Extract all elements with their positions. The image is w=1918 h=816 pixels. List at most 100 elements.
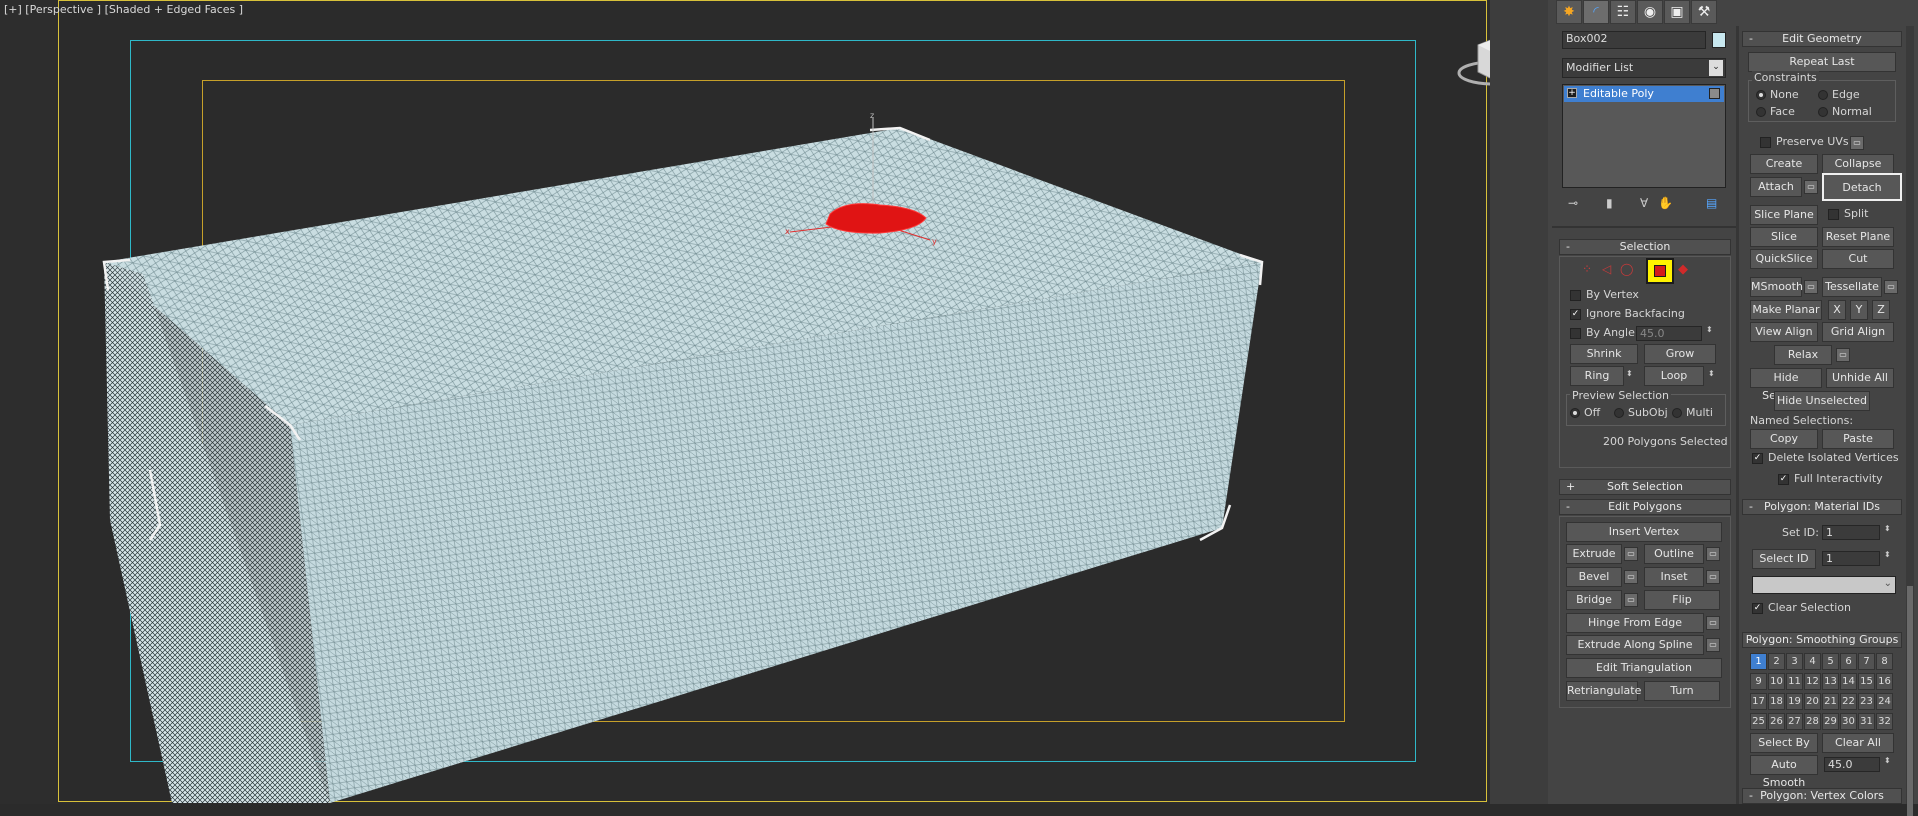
perspective-viewport[interactable]: [+] [Perspective ] [Shaded + Edged Faces… xyxy=(0,0,1490,804)
clear-selection-checkbox[interactable]: ✓ xyxy=(1752,603,1763,614)
smoothing-group-9-button[interactable]: 9 xyxy=(1750,673,1767,690)
inset-button[interactable]: Inset xyxy=(1644,567,1704,587)
smoothing-group-2-button[interactable]: 2 xyxy=(1768,653,1785,670)
shrink-button[interactable]: Shrink xyxy=(1570,344,1638,364)
tessellate-button[interactable]: Tessellate xyxy=(1822,277,1882,297)
box-mesh[interactable]: z x y left xyxy=(0,0,1490,804)
chevron-down-icon[interactable]: ⌄ xyxy=(1709,60,1723,76)
extrude-spline-settings-icon[interactable]: ▭ xyxy=(1706,638,1720,652)
panel-scrollbar[interactable] xyxy=(1906,26,1914,816)
attach-button[interactable]: Attach xyxy=(1750,177,1802,197)
hinge-settings-icon[interactable]: ▭ xyxy=(1706,616,1720,630)
planar-x-button[interactable]: X xyxy=(1828,300,1846,320)
smoothing-group-17-button[interactable]: 17 xyxy=(1750,693,1767,710)
utilities-tab-icon[interactable]: ⚒ xyxy=(1691,0,1717,24)
quickslice-button[interactable]: QuickSlice xyxy=(1750,249,1818,269)
smoothing-group-21-button[interactable]: 21 xyxy=(1822,693,1839,710)
smoothing-group-6-button[interactable]: 6 xyxy=(1840,653,1857,670)
create-tab-icon[interactable]: ✸ xyxy=(1556,0,1582,24)
show-end-result-icon[interactable]: ▮ xyxy=(1606,196,1613,210)
make-planar-button[interactable]: Make Planar xyxy=(1750,300,1822,320)
loop-button[interactable]: Loop xyxy=(1644,366,1704,386)
material-name-dropdown[interactable]: ⌄ xyxy=(1752,576,1896,594)
msmooth-button[interactable]: MSmooth xyxy=(1750,277,1803,297)
smoothing-group-16-button[interactable]: 16 xyxy=(1876,673,1893,690)
clear-all-button[interactable]: Clear All xyxy=(1822,733,1894,753)
by-angle-spinner[interactable]: 45.0 xyxy=(1636,326,1702,341)
view-align-button[interactable]: View Align xyxy=(1750,322,1818,342)
polygon-mode-icon[interactable] xyxy=(1646,258,1674,284)
constraint-edge-radio[interactable] xyxy=(1818,90,1828,100)
turn-button[interactable]: Turn xyxy=(1644,681,1720,701)
delete-isolated-vertices-checkbox[interactable]: ✓ xyxy=(1752,453,1763,464)
select-by-sg-button[interactable]: Select By SG xyxy=(1750,733,1818,767)
preserve-uvs-checkbox[interactable] xyxy=(1760,137,1771,148)
slice-button[interactable]: Slice xyxy=(1750,227,1818,247)
scrollbar-thumb[interactable] xyxy=(1907,586,1913,816)
smoothing-group-3-button[interactable]: 3 xyxy=(1786,653,1803,670)
planar-y-button[interactable]: Y xyxy=(1850,300,1868,320)
flip-button[interactable]: Flip xyxy=(1644,590,1720,610)
constraint-normal-radio[interactable] xyxy=(1818,107,1828,117)
relax-button[interactable]: Relax xyxy=(1774,345,1832,365)
cut-button[interactable]: Cut xyxy=(1822,249,1894,269)
smoothing-group-10-button[interactable]: 10 xyxy=(1768,673,1785,690)
smoothing-group-18-button[interactable]: 18 xyxy=(1768,693,1785,710)
bevel-button[interactable]: Bevel xyxy=(1566,567,1622,587)
grid-align-button[interactable]: Grid Align xyxy=(1822,322,1894,342)
smoothing-group-13-button[interactable]: 13 xyxy=(1822,673,1839,690)
constraint-face-radio[interactable] xyxy=(1756,107,1766,117)
smoothing-group-19-button[interactable]: 19 xyxy=(1786,693,1803,710)
smoothing-group-4-button[interactable]: 4 xyxy=(1804,653,1821,670)
relax-settings-icon[interactable]: ▭ xyxy=(1836,348,1850,362)
modifier-list-dropdown[interactable]: Modifier List ⌄ xyxy=(1562,58,1726,78)
insert-vertex-button[interactable]: Insert Vertex xyxy=(1566,522,1722,542)
stack-item-toggle-icon[interactable] xyxy=(1709,88,1720,99)
repeat-last-button[interactable]: Repeat Last xyxy=(1748,52,1896,72)
motion-tab-icon[interactable]: ◉ xyxy=(1637,0,1663,24)
set-id-spinner[interactable]: 1 xyxy=(1822,525,1880,540)
smoothing-group-29-button[interactable]: 29 xyxy=(1822,713,1839,730)
smoothing-group-27-button[interactable]: 27 xyxy=(1786,713,1803,730)
smoothing-group-15-button[interactable]: 15 xyxy=(1858,673,1875,690)
loop-spinner-icon[interactable]: ⬍ xyxy=(1708,369,1715,378)
edit-polygons-rollout-header[interactable]: - Edit Polygons xyxy=(1559,499,1731,515)
outline-button[interactable]: Outline xyxy=(1644,544,1704,564)
split-checkbox[interactable] xyxy=(1828,209,1839,220)
full-interactivity-checkbox[interactable]: ✓ xyxy=(1778,474,1789,485)
smoothing-group-11-button[interactable]: 11 xyxy=(1786,673,1803,690)
smoothing-group-20-button[interactable]: 20 xyxy=(1804,693,1821,710)
paste-button[interactable]: Paste xyxy=(1822,429,1894,449)
select-id-spinner[interactable]: 1 xyxy=(1822,551,1880,566)
ring-spinner-icon[interactable]: ⬍ xyxy=(1626,369,1633,378)
bridge-settings-icon[interactable]: ▭ xyxy=(1624,593,1638,607)
stack-item-editable-poly[interactable]: + Editable Poly xyxy=(1564,86,1724,102)
grow-button[interactable]: Grow xyxy=(1644,344,1716,364)
preview-subobj-radio[interactable] xyxy=(1614,408,1624,418)
unhide-all-button[interactable]: Unhide All xyxy=(1826,368,1894,388)
slice-plane-button[interactable]: Slice Plane xyxy=(1750,205,1818,225)
preview-off-radio[interactable] xyxy=(1570,408,1580,418)
create-button[interactable]: Create xyxy=(1750,154,1818,174)
pin-stack-icon[interactable]: ⊸ xyxy=(1568,196,1578,210)
auto-smooth-button[interactable]: Auto Smooth xyxy=(1750,755,1818,789)
planar-z-button[interactable]: Z xyxy=(1872,300,1890,320)
by-angle-checkbox[interactable] xyxy=(1570,328,1581,339)
object-color-swatch[interactable] xyxy=(1712,32,1726,48)
vertex-mode-icon[interactable]: ⁘ xyxy=(1582,262,1592,276)
spinner-arrows-icon[interactable]: ⬍ xyxy=(1884,550,1891,559)
smoothing-group-8-button[interactable]: 8 xyxy=(1876,653,1893,670)
extrude-along-spline-button[interactable]: Extrude Along Spline xyxy=(1566,635,1704,655)
selection-rollout-header[interactable]: - Selection xyxy=(1559,239,1731,255)
smoothing-group-22-button[interactable]: 22 xyxy=(1840,693,1857,710)
expand-icon[interactable]: + xyxy=(1567,88,1577,98)
display-tab-icon[interactable]: ▣ xyxy=(1664,0,1690,24)
edge-mode-icon[interactable]: ◁ xyxy=(1602,262,1611,276)
spinner-arrows-icon[interactable]: ⬍ xyxy=(1884,756,1891,765)
detach-button[interactable]: Detach xyxy=(1822,173,1902,201)
inset-settings-icon[interactable]: ▭ xyxy=(1706,570,1720,584)
collapse-button[interactable]: Collapse xyxy=(1822,154,1894,174)
smoothing-group-31-button[interactable]: 31 xyxy=(1858,713,1875,730)
select-id-button[interactable]: Select ID xyxy=(1752,549,1816,569)
spinner-arrows-icon[interactable]: ⬍ xyxy=(1884,524,1891,533)
